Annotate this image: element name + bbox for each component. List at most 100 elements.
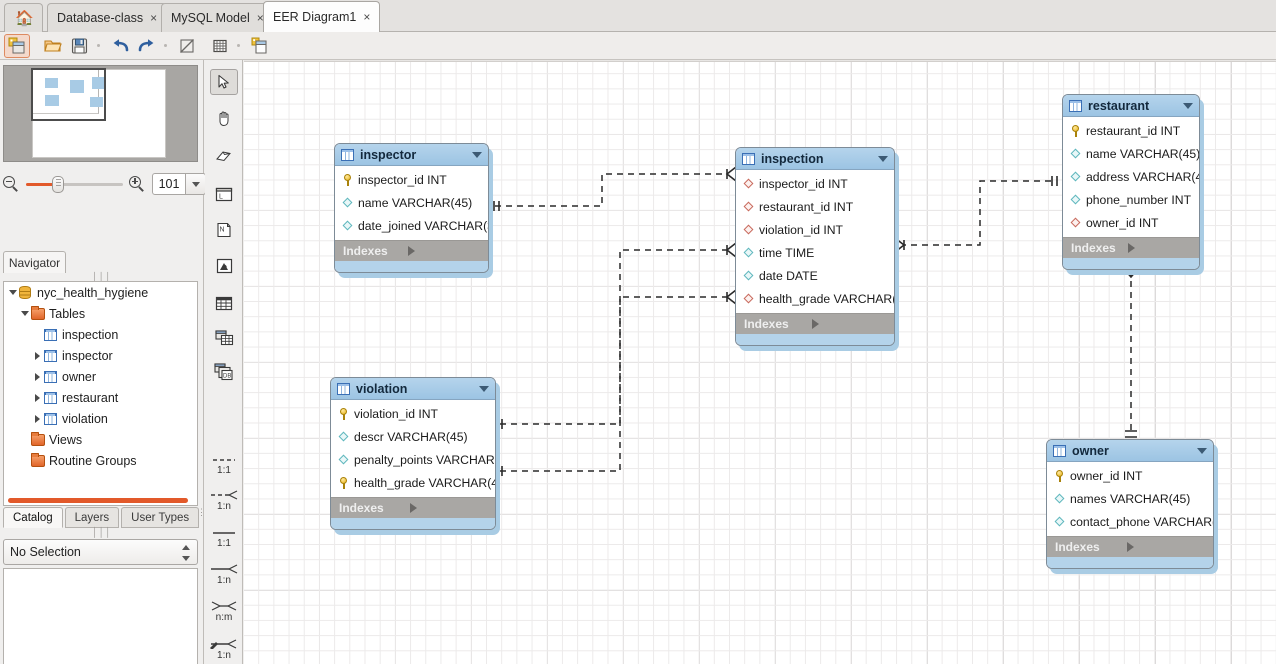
navigator-thumbnail[interactable]	[3, 65, 198, 162]
navigator-viewport-rect[interactable]	[31, 68, 106, 121]
image-tool[interactable]	[210, 253, 238, 279]
expand-triangle-icon[interactable]	[18, 311, 31, 316]
tree-item-inspection[interactable]: inspection	[4, 324, 197, 345]
panel-splitter-lower[interactable]: │││	[0, 528, 204, 536]
pointer-tool[interactable]	[210, 69, 238, 95]
column-row[interactable]: phone_number INT	[1063, 188, 1199, 211]
column-row[interactable]: contact_phone VARCHAR(45)	[1047, 510, 1213, 533]
column-row[interactable]: name VARCHAR(45)	[1063, 142, 1199, 165]
layer-tool[interactable]: L	[210, 181, 238, 207]
tab-layers[interactable]: Layers	[65, 507, 120, 528]
rel-1ton-identifying-tool[interactable]: 1:n	[205, 486, 243, 516]
panel-splitter[interactable]: │││	[0, 273, 204, 281]
table-header[interactable]: restaurant	[1063, 95, 1199, 117]
zoom-slider[interactable]	[26, 176, 123, 192]
er-table-inspector[interactable]: inspector inspector_id INT name VARCHAR(…	[334, 143, 489, 273]
expand-triangle-icon[interactable]	[6, 290, 19, 295]
undo-button[interactable]	[107, 34, 133, 58]
tree-item-views[interactable]: Views	[4, 429, 197, 450]
er-table-violation[interactable]: violation violation_id INT descr VARCHAR…	[330, 377, 496, 530]
note-tool[interactable]: N	[210, 217, 238, 243]
expand-arrow-icon[interactable]	[1128, 243, 1192, 253]
indexes-bar[interactable]: Indexes	[335, 240, 488, 261]
column-row[interactable]: restaurant_id INT	[736, 195, 894, 218]
stepper-icon[interactable]	[182, 545, 191, 561]
selection-dropdown[interactable]: No Selection	[3, 539, 198, 565]
column-row[interactable]: restaurant_id INT	[1063, 119, 1199, 142]
add-diagram-button[interactable]	[247, 34, 273, 58]
zoom-out-icon[interactable]	[3, 176, 20, 193]
expand-triangle-icon[interactable]	[31, 373, 44, 381]
column-row[interactable]: descr VARCHAR(45)	[331, 425, 495, 448]
indexes-bar[interactable]: Indexes	[1047, 536, 1213, 557]
rel-1to1-nonidentifying-tool[interactable]: 1:1	[205, 524, 243, 554]
column-row[interactable]: owner_id INT	[1047, 464, 1213, 487]
expand-arrow-icon[interactable]	[812, 319, 887, 329]
zoom-in-icon[interactable]	[129, 176, 146, 193]
column-row[interactable]: violation_id INT	[736, 218, 894, 241]
indexes-bar[interactable]: Indexes	[331, 497, 495, 518]
zoom-value-field[interactable]: 101	[152, 173, 186, 195]
rel-place-tool[interactable]: 1:n	[205, 634, 243, 664]
open-model-button[interactable]	[40, 34, 66, 58]
zoom-dropdown-button[interactable]	[186, 173, 206, 195]
rel-1to1-identifying-tool[interactable]: 1:1	[205, 451, 243, 481]
column-row[interactable]: address VARCHAR(45)	[1063, 165, 1199, 188]
view-tool[interactable]	[210, 325, 238, 351]
er-table-owner[interactable]: owner owner_id INT names VARCHAR(45) con…	[1046, 439, 1214, 569]
toggle-page-guides-button[interactable]	[207, 34, 233, 58]
rel-ntom-tool[interactable]: n:m	[205, 597, 243, 627]
tree-item-routine-groups[interactable]: Routine Groups	[4, 450, 197, 471]
expand-arrow-icon[interactable]	[408, 246, 480, 256]
tab-mysql-model[interactable]: MySQL Model ×	[161, 3, 274, 32]
expand-triangle-icon[interactable]	[31, 352, 44, 360]
column-row[interactable]: penalty_points VARCHAR(45)	[331, 448, 495, 471]
expand-triangle-icon[interactable]	[31, 415, 44, 423]
er-table-restaurant[interactable]: restaurant restaurant_id INT name VARCHA…	[1062, 94, 1200, 270]
rel-1ton-nonidentifying-tool[interactable]: 1:n	[205, 560, 243, 590]
column-row[interactable]: owner_id INT	[1063, 211, 1199, 234]
redo-button[interactable]	[134, 34, 160, 58]
navigator-tab[interactable]: Navigator	[3, 251, 66, 273]
column-row[interactable]: health_grade VARCHAR(45)	[331, 471, 495, 494]
chevron-down-icon[interactable]	[878, 156, 888, 162]
table-tool[interactable]	[210, 290, 238, 316]
column-row[interactable]: violation_id INT	[331, 402, 495, 425]
expand-triangle-icon[interactable]	[31, 394, 44, 402]
tree-item-owner[interactable]: owner	[4, 366, 197, 387]
chevron-down-icon[interactable]	[1183, 103, 1193, 109]
save-model-button[interactable]	[67, 34, 93, 58]
table-header[interactable]: violation	[331, 378, 495, 400]
column-row[interactable]: name VARCHAR(45)	[335, 191, 488, 214]
table-header[interactable]: owner	[1047, 440, 1213, 462]
close-icon[interactable]: ×	[363, 11, 370, 23]
expand-arrow-icon[interactable]	[1127, 542, 1206, 552]
horizontal-scrollbar[interactable]	[8, 498, 188, 503]
column-row[interactable]: date_joined VARCHAR(30)	[335, 214, 488, 237]
er-table-inspection[interactable]: inspection inspector_id INT restaurant_i…	[735, 147, 895, 346]
tab-user-types[interactable]: User Types	[121, 507, 199, 528]
toggle-grid-button[interactable]	[174, 34, 200, 58]
indexes-bar[interactable]: Indexes	[736, 313, 894, 334]
column-row[interactable]: inspector_id INT	[335, 168, 488, 191]
eer-diagram-canvas[interactable]: inspector inspector_id INT name VARCHAR(…	[244, 60, 1276, 664]
tab-home[interactable]: 🏠	[4, 3, 43, 32]
column-row[interactable]: time TIME	[736, 241, 894, 264]
routine-group-tool[interactable]: DB	[210, 359, 238, 385]
indexes-bar[interactable]: Indexes	[1063, 237, 1199, 258]
new-model-button[interactable]	[4, 34, 30, 58]
column-row[interactable]: inspector_id INT	[736, 172, 894, 195]
expand-arrow-icon[interactable]	[410, 503, 488, 513]
chevron-down-icon[interactable]	[472, 152, 482, 158]
tree-item-inspector[interactable]: inspector	[4, 345, 197, 366]
hand-tool[interactable]	[210, 105, 238, 131]
table-header[interactable]: inspector	[335, 144, 488, 166]
column-row[interactable]: health_grade VARCHAR(45)	[736, 287, 894, 310]
tree-item-restaurant[interactable]: restaurant	[4, 387, 197, 408]
table-header[interactable]: inspection	[736, 148, 894, 170]
chevron-down-icon[interactable]	[479, 386, 489, 392]
column-row[interactable]: names VARCHAR(45)	[1047, 487, 1213, 510]
chevron-down-icon[interactable]	[1197, 448, 1207, 454]
column-row[interactable]: date DATE	[736, 264, 894, 287]
tab-eer-diagram1[interactable]: EER Diagram1 ×	[263, 1, 380, 32]
